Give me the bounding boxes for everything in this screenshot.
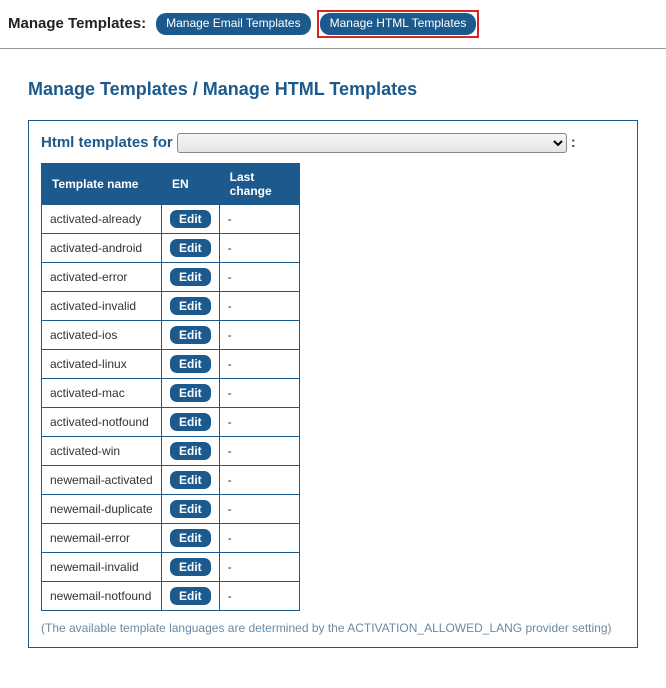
edit-button[interactable]: Edit — [170, 500, 211, 518]
languages-note: (The available template languages are de… — [41, 621, 625, 635]
page-title: Manage Templates / Manage HTML Templates — [28, 79, 666, 100]
edit-button[interactable]: Edit — [170, 326, 211, 344]
last-change-cell: - — [219, 233, 299, 262]
last-change-cell: - — [219, 204, 299, 233]
table-row: activated-win Edit- — [42, 436, 300, 465]
last-change-cell: - — [219, 349, 299, 378]
template-name-cell: activated-notfound — [42, 407, 162, 436]
template-name-cell: activated-linux — [42, 349, 162, 378]
template-en-cell: Edit — [162, 204, 220, 233]
template-en-cell: Edit — [162, 523, 220, 552]
col-header-last: Last change — [219, 163, 299, 204]
highlight-box: Manage HTML Templates — [317, 10, 480, 38]
edit-button[interactable]: Edit — [170, 239, 211, 257]
last-change-cell: - — [219, 436, 299, 465]
edit-button[interactable]: Edit — [170, 558, 211, 576]
template-name-cell: activated-ios — [42, 320, 162, 349]
col-header-en: EN — [162, 163, 220, 204]
template-en-cell: Edit — [162, 407, 220, 436]
template-en-cell: Edit — [162, 552, 220, 581]
template-name-cell: newemail-error — [42, 523, 162, 552]
account-select[interactable] — [177, 133, 567, 153]
template-name-cell: activated-mac — [42, 378, 162, 407]
table-row: activated-ios Edit- — [42, 320, 300, 349]
table-row: activated-mac Edit- — [42, 378, 300, 407]
table-row: newemail-activated Edit- — [42, 465, 300, 494]
edit-button[interactable]: Edit — [170, 587, 211, 605]
template-en-cell: Edit — [162, 436, 220, 465]
template-name-cell: activated-error — [42, 262, 162, 291]
table-row: activated-linux Edit- — [42, 349, 300, 378]
edit-button[interactable]: Edit — [170, 384, 211, 402]
last-change-cell: - — [219, 523, 299, 552]
template-en-cell: Edit — [162, 581, 220, 610]
last-change-cell: - — [219, 581, 299, 610]
template-name-cell: newemail-invalid — [42, 552, 162, 581]
template-en-cell: Edit — [162, 349, 220, 378]
manage-email-templates-button[interactable]: Manage Email Templates — [156, 13, 311, 35]
edit-button[interactable]: Edit — [170, 529, 211, 547]
last-change-cell: - — [219, 262, 299, 291]
manage-html-templates-button[interactable]: Manage HTML Templates — [320, 13, 477, 35]
top-bar-label: Manage Templates: — [8, 15, 146, 32]
templates-panel: Html templates for : Template name EN La… — [28, 120, 638, 648]
template-en-cell: Edit — [162, 291, 220, 320]
last-change-cell: - — [219, 291, 299, 320]
edit-button[interactable]: Edit — [170, 413, 211, 431]
table-row: activated-error Edit- — [42, 262, 300, 291]
templates-table: Template name EN Last change activated-a… — [41, 163, 300, 611]
template-name-cell: activated-android — [42, 233, 162, 262]
edit-button[interactable]: Edit — [170, 268, 211, 286]
table-row: newemail-error Edit- — [42, 523, 300, 552]
table-row: newemail-duplicate Edit- — [42, 494, 300, 523]
table-row: activated-android Edit- — [42, 233, 300, 262]
last-change-cell: - — [219, 320, 299, 349]
template-name-cell: activated-already — [42, 204, 162, 233]
edit-button[interactable]: Edit — [170, 471, 211, 489]
top-bar: Manage Templates: Manage Email Templates… — [0, 0, 666, 49]
panel-header: Html templates for : — [41, 133, 625, 153]
template-name-cell: newemail-notfound — [42, 581, 162, 610]
edit-button[interactable]: Edit — [170, 442, 211, 460]
table-row: newemail-invalid Edit- — [42, 552, 300, 581]
template-name-cell: newemail-activated — [42, 465, 162, 494]
table-header-row: Template name EN Last change — [42, 163, 300, 204]
panel-header-label: Html templates for — [41, 134, 173, 151]
panel-header-colon: : — [571, 134, 576, 151]
template-en-cell: Edit — [162, 320, 220, 349]
template-name-cell: activated-win — [42, 436, 162, 465]
last-change-cell: - — [219, 378, 299, 407]
col-header-name: Template name — [42, 163, 162, 204]
table-row: activated-already Edit- — [42, 204, 300, 233]
template-name-cell: newemail-duplicate — [42, 494, 162, 523]
template-en-cell: Edit — [162, 233, 220, 262]
template-name-cell: activated-invalid — [42, 291, 162, 320]
last-change-cell: - — [219, 465, 299, 494]
last-change-cell: - — [219, 407, 299, 436]
last-change-cell: - — [219, 494, 299, 523]
edit-button[interactable]: Edit — [170, 210, 211, 228]
template-en-cell: Edit — [162, 378, 220, 407]
last-change-cell: - — [219, 552, 299, 581]
edit-button[interactable]: Edit — [170, 355, 211, 373]
template-en-cell: Edit — [162, 465, 220, 494]
table-row: activated-notfound Edit- — [42, 407, 300, 436]
table-row: activated-invalid Edit- — [42, 291, 300, 320]
table-row: newemail-notfound Edit- — [42, 581, 300, 610]
template-en-cell: Edit — [162, 262, 220, 291]
edit-button[interactable]: Edit — [170, 297, 211, 315]
template-en-cell: Edit — [162, 494, 220, 523]
